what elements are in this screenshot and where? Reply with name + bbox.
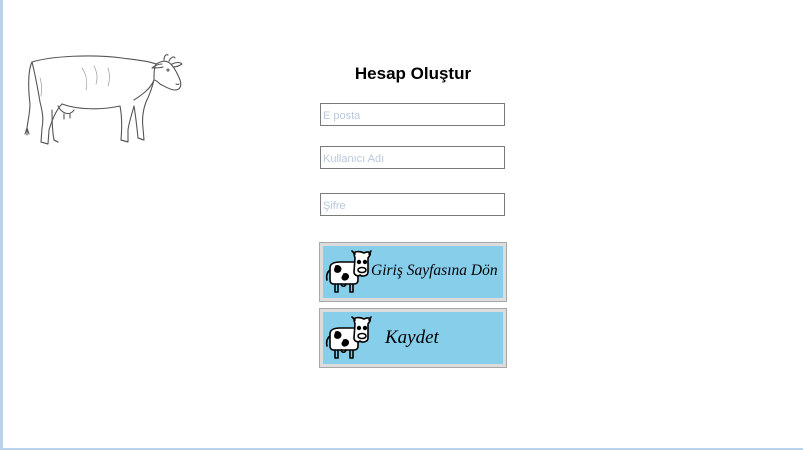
save-label: Kaydet bbox=[385, 327, 439, 348]
window-left-border bbox=[0, 0, 3, 450]
back-to-login-button[interactable]: Giriş Sayfasına Dön bbox=[319, 242, 507, 302]
password-field[interactable] bbox=[320, 193, 505, 216]
cow-icon bbox=[325, 316, 372, 359]
save-button[interactable]: Kaydet bbox=[319, 308, 507, 368]
username-field[interactable] bbox=[320, 146, 505, 169]
page-title: Hesap Oluştur bbox=[354, 64, 472, 83]
cow-icon bbox=[325, 250, 372, 293]
back-to-login-label: Giriş Sayfasına Dön bbox=[371, 262, 498, 279]
email-field[interactable] bbox=[320, 103, 505, 126]
cow-sketch-icon bbox=[24, 54, 183, 145]
